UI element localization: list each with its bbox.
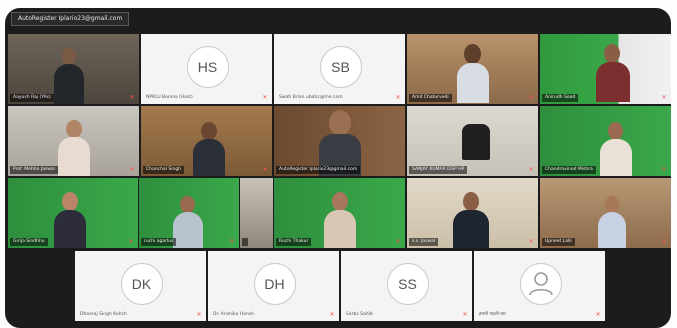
mic-muted-icon: ✕ (528, 94, 534, 101)
mic-muted-icon: ✕ (128, 238, 134, 245)
participant-name: Dheeraj Singh Kohch (80, 312, 127, 317)
participant-initials: DH (253, 263, 296, 305)
participant-name: Dr. Anshika Hansh (213, 312, 255, 317)
participant-tile[interactable]: हमारी पहली बार ✕ (474, 251, 605, 321)
participant-tile[interactable]: Amit Chaturvedi ✕ (407, 34, 538, 104)
participant-tile[interactable]: s.s. Jaswal ✕ (407, 178, 538, 248)
mic-muted-icon: ✕ (661, 94, 667, 101)
participant-name: SANJAY KUMAR DGP HP (409, 166, 468, 174)
mic-muted-icon: ✕ (229, 238, 235, 245)
participant-name: हमारी पहली बार (479, 312, 506, 317)
participant-name: Aayush Raj (YAs) (10, 94, 54, 102)
participant-tile[interactable]: SANJAY KUMAR DGP HP ✕ (407, 106, 538, 176)
participant-initials: SS (386, 263, 429, 305)
video-grid-frame: AutoRegister Iplario23@gmail.com Aayush … (5, 8, 671, 328)
participant-initials: DK (120, 263, 163, 305)
participant-name: Chandravinod Mishra (542, 166, 596, 174)
participant-tile[interactable]: Chandravinod Mishra ✕ (540, 106, 671, 176)
participant-name: Upneet Lalli (542, 238, 575, 246)
participant-name: Anirudh Sood (542, 94, 579, 102)
mic-muted-icon: ✕ (129, 166, 135, 173)
participant-tile[interactable]: HS NPKLU Bonnia (Host) ✕ (141, 34, 272, 104)
participant-name: ruchi agarlus (141, 238, 177, 246)
participant-initials: SB (319, 46, 362, 88)
participant-tile[interactable]: Chanchal Singh ✕ (141, 106, 272, 176)
participant-tile[interactable] (240, 178, 273, 248)
participant-tile[interactable]: SB Swati Brian ubatic@me.com ✕ (274, 34, 405, 104)
mic-muted-icon: ✕ (462, 311, 468, 318)
participant-name: Swati Brian ubatic@me.com (279, 95, 343, 100)
participant-tile[interactable]: DH Dr. Anshika Hansh ✕ (208, 251, 339, 321)
mic-muted-icon: ✕ (395, 94, 401, 101)
mic-muted-icon: ✕ (129, 94, 135, 101)
mic-muted-icon: ✕ (196, 311, 202, 318)
participant-initials: HS (186, 46, 229, 88)
mic-muted-icon: ✕ (661, 166, 667, 173)
participant-tile[interactable]: Girija Sindhhu ✕ (8, 178, 138, 248)
participant-name: Sarbs Sahib (346, 312, 373, 317)
mic-muted-icon: ✕ (262, 94, 268, 101)
mic-muted-icon: ✕ (528, 166, 534, 173)
participant-name: Girija Sindhhu (10, 238, 48, 246)
participant-tile[interactable]: Ruchi Thakur ✕ (274, 178, 405, 248)
participant-name: Prof. Mehha Jaswal (10, 166, 58, 174)
mic-muted-icon: ✕ (661, 238, 667, 245)
participant-tile[interactable]: ruchi agarlus ✕ (139, 178, 239, 248)
participant-tile[interactable]: DK Dheeraj Singh Kohch ✕ (75, 251, 206, 321)
participant-tile[interactable]: Anirudh Sood ✕ (540, 34, 671, 104)
mic-muted-icon: ✕ (528, 238, 534, 245)
participant-name: Amit Chaturvedi (409, 94, 452, 102)
mic-muted-icon: ✕ (262, 166, 268, 173)
participant-tile[interactable]: Aayush Raj (YAs) ✕ (8, 34, 139, 104)
user-icon (519, 263, 562, 305)
participant-name (242, 238, 248, 246)
participant-tile[interactable]: Upneet Lalli ✕ (540, 178, 671, 248)
participant-tile[interactable]: Prof. Mehha Jaswal ✕ (8, 106, 139, 176)
participant-tile-active-speaker[interactable]: AutoRegister Iplario23@gmail.com (274, 106, 405, 176)
mic-muted-icon: ✕ (395, 238, 401, 245)
participant-name: AutoRegister Iplario23@gmail.com (276, 166, 361, 174)
mic-muted-icon: ✕ (329, 311, 335, 318)
mic-muted-icon: ✕ (595, 311, 601, 318)
participant-name: s.s. Jaswal (409, 238, 439, 246)
active-speaker-label: AutoRegister Iplario23@gmail.com (11, 12, 130, 26)
participant-tile[interactable]: SS Sarbs Sahib ✕ (341, 251, 472, 321)
participant-name: Ruchi Thakur (276, 238, 312, 246)
participant-name: Chanchal Singh (143, 166, 185, 174)
participant-name: NPKLU Bonnia (Host) (146, 95, 193, 100)
